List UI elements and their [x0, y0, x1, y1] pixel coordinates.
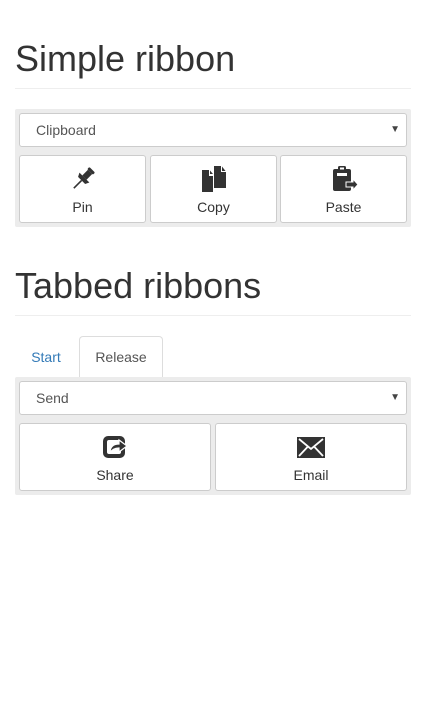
- copy-button-label: Copy: [197, 199, 230, 215]
- copy-icon: [199, 164, 229, 194]
- tab-release[interactable]: Release: [79, 336, 163, 378]
- pushpin-icon: [68, 164, 98, 194]
- send-select-value: Send: [36, 390, 69, 406]
- tab-start[interactable]: Start: [15, 336, 77, 378]
- clipboard-select[interactable]: Clipboard ▼: [19, 113, 407, 147]
- clipboard-select-value: Clipboard: [36, 122, 96, 138]
- share-button-label: Share: [96, 467, 134, 483]
- paste-button-label: Paste: [325, 199, 362, 215]
- email-button-label: Email: [293, 467, 329, 483]
- simple-ribbon: Clipboard ▼ Pin Copy Paste: [15, 109, 411, 227]
- paste-icon: [329, 164, 359, 194]
- tabbed-ribbon: Send ▼ Share Email: [15, 377, 411, 495]
- pin-button[interactable]: Pin: [19, 155, 146, 223]
- send-select[interactable]: Send ▼: [19, 381, 407, 415]
- share-button[interactable]: Share: [19, 423, 211, 491]
- pin-button-label: Pin: [72, 199, 93, 215]
- page: Simple ribbon Clipboard ▼ Pin Copy Paste…: [0, 0, 426, 726]
- email-button[interactable]: Email: [215, 423, 407, 491]
- envelope-icon: [296, 432, 326, 462]
- ribbon-tabs: Start Release: [15, 336, 411, 378]
- chevron-down-icon: ▼: [390, 124, 400, 135]
- chevron-down-icon: ▼: [390, 392, 400, 403]
- paste-button[interactable]: Paste: [280, 155, 407, 223]
- copy-button[interactable]: Copy: [150, 155, 277, 223]
- simple-ribbon-title: Simple ribbon: [15, 39, 411, 89]
- share-icon: [100, 432, 130, 462]
- tabbed-ribbons-title: Tabbed ribbons: [15, 266, 411, 316]
